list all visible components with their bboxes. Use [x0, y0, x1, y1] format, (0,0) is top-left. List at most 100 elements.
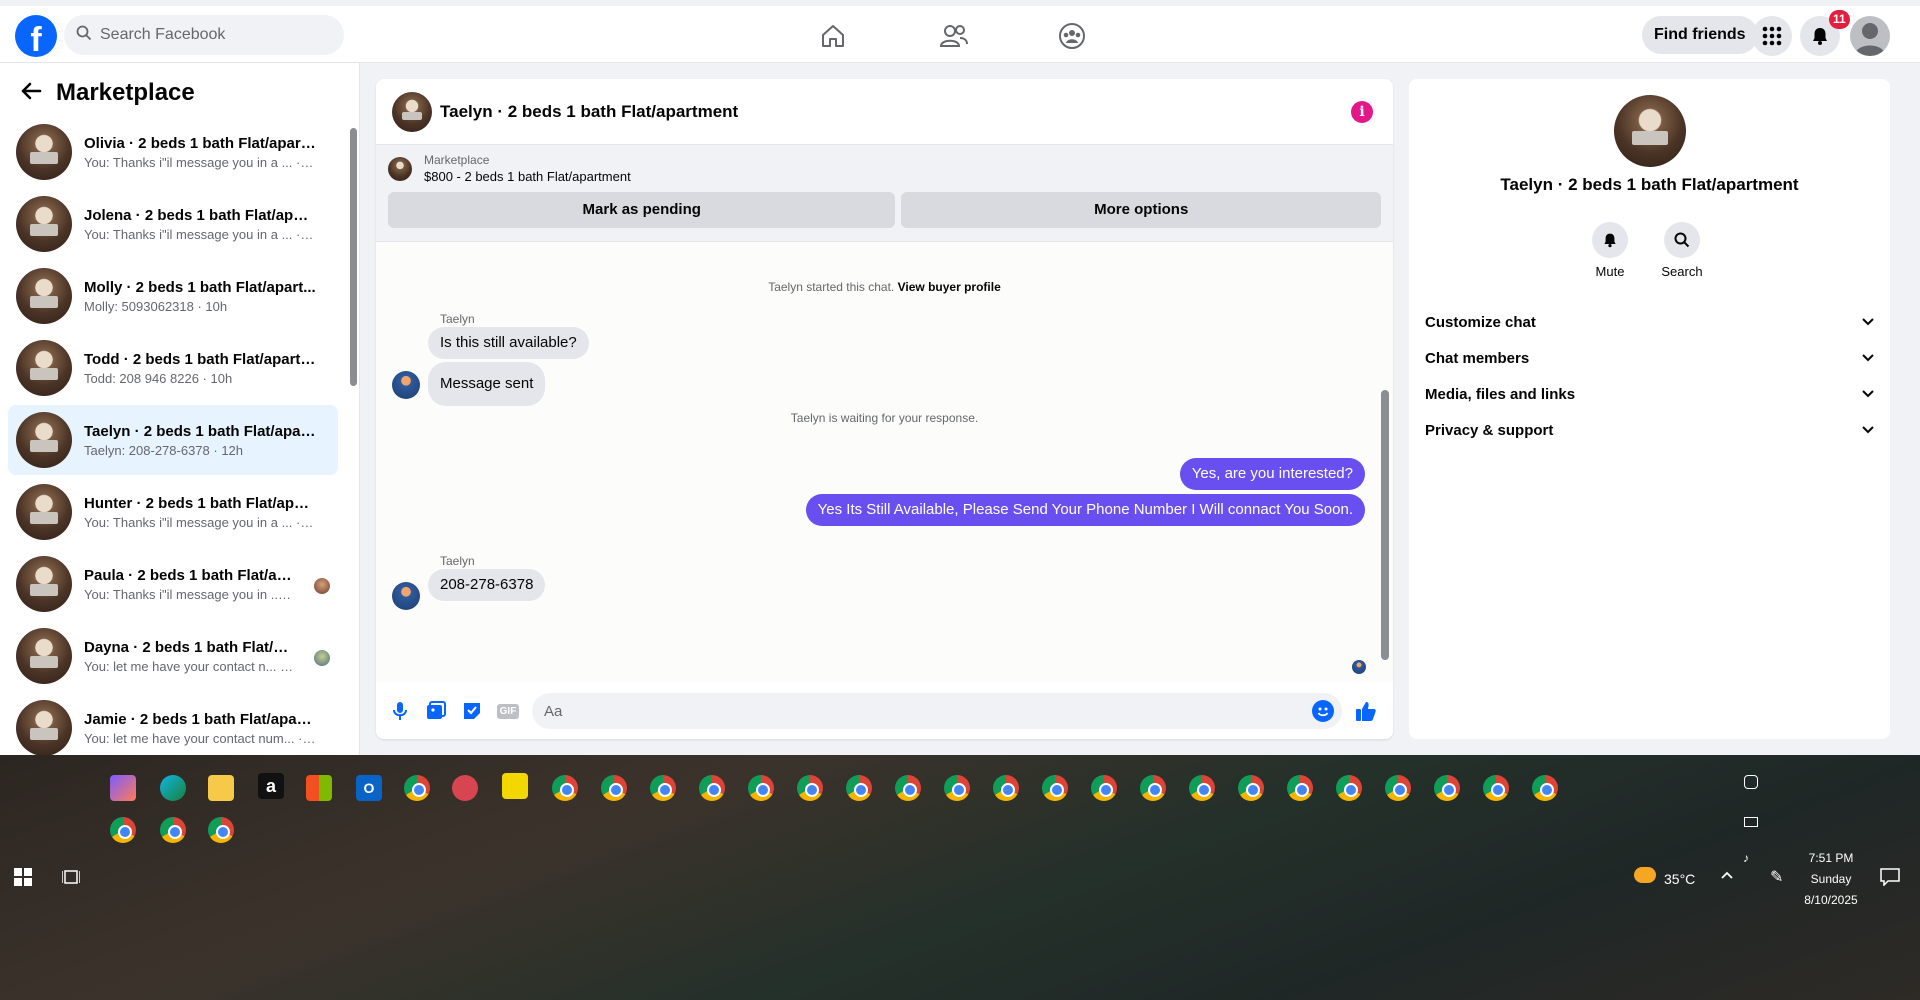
more-options-button[interactable]: More options [901, 192, 1381, 228]
friends-icon[interactable] [937, 20, 971, 52]
chrome-profile-icon[interactable] [1287, 775, 1313, 801]
snipping-app-icon[interactable] [452, 775, 478, 801]
chrome-profile-icon[interactable] [895, 775, 921, 801]
customize-chat-section[interactable]: Customize chat [1425, 304, 1875, 340]
chrome-profile-icon[interactable] [1238, 775, 1264, 801]
edge-icon[interactable] [160, 775, 186, 801]
clock-day[interactable]: Sunday [1796, 872, 1866, 886]
chrome-profile-icon[interactable] [699, 775, 725, 801]
conversation-item[interactable]: Dayna · 2 beds 1 bath Flat/apa... You: le… [8, 621, 338, 691]
windows-start-icon[interactable] [14, 868, 32, 891]
conversation-item[interactable]: Jolena · 2 beds 1 bath Flat/apart... You:… [8, 189, 338, 259]
conversation-item-active[interactable]: Taelyn · 2 beds 1 bath Flat/apart... Tael… [8, 405, 338, 475]
menu-grid-icon[interactable] [1752, 16, 1792, 56]
mark-as-pending-button[interactable]: Mark as pending [388, 192, 896, 228]
groups-icon[interactable] [1055, 20, 1089, 52]
chrome-profile-icon-active[interactable] [1091, 775, 1117, 801]
chrome-profile-icon[interactable] [110, 817, 136, 843]
chrome-profile-icon[interactable] [993, 775, 1019, 801]
chrome-profile-icon[interactable] [650, 775, 676, 801]
chrome-profile-icon[interactable] [846, 775, 872, 801]
chrome-profile-icon[interactable] [1483, 775, 1509, 801]
photo-icon[interactable] [424, 699, 448, 723]
chrome-profile-icon[interactable] [1140, 775, 1166, 801]
search-in-conversation-button[interactable]: Search [1652, 222, 1712, 279]
chrome-icon[interactable] [404, 775, 430, 801]
conversation-preview: Todd: 208 946 8226 · 10h [84, 370, 233, 386]
listing-thumbnail-small[interactable] [388, 156, 412, 181]
sticker-icon[interactable] [460, 699, 484, 723]
chat-scrollbar[interactable] [1381, 390, 1389, 660]
chrome-profile-icon[interactable] [1434, 775, 1460, 801]
clock-time[interactable]: 7:51 PM [1796, 851, 1866, 865]
message-input[interactable] [544, 702, 1244, 720]
chrome-profile-icon[interactable] [1042, 775, 1068, 801]
home-icon[interactable] [816, 20, 850, 52]
mute-button[interactable]: Mute [1580, 222, 1640, 279]
chrome-profile-icon[interactable] [160, 817, 186, 843]
emoji-icon[interactable] [1312, 700, 1334, 722]
view-buyer-profile-link[interactable]: View buyer profile [898, 280, 1001, 294]
search-box[interactable] [64, 15, 344, 55]
listing-source: Marketplace [424, 153, 490, 167]
section-label: Customize chat [1425, 313, 1536, 331]
chrome-profile-icon[interactable] [1532, 775, 1558, 801]
chrome-profile-icon[interactable] [552, 775, 578, 801]
chrome-profile-icon[interactable] [1336, 775, 1362, 801]
display-icon[interactable] [1744, 817, 1758, 827]
microphone-icon[interactable] [388, 699, 412, 723]
copilot-icon[interactable] [110, 775, 136, 801]
amazon-icon[interactable]: a [258, 773, 284, 799]
conversation-item[interactable]: Olivia · 2 beds 1 bath Flat/apart... You:… [8, 117, 338, 187]
volume-icon[interactable]: ♪ [1743, 851, 1749, 865]
account-avatar[interactable] [1850, 16, 1890, 56]
conversation-info-icon[interactable]: i [1351, 101, 1373, 123]
meet-now-icon[interactable] [1744, 775, 1758, 789]
search-input[interactable] [100, 26, 320, 44]
chat-title[interactable]: Taelyn · 2 beds 1 bath Flat/apartment [440, 102, 738, 122]
conversation-item[interactable]: Todd · 2 beds 1 bath Flat/apartm... Todd:… [8, 333, 338, 403]
thumbs-up-icon[interactable] [1354, 699, 1378, 723]
section-label: Privacy & support [1425, 421, 1554, 439]
find-friends-button[interactable]: Find friends [1642, 16, 1758, 54]
chrome-profile-icon[interactable] [748, 775, 774, 801]
chrome-profile-icon[interactable] [601, 775, 627, 801]
conversation-item[interactable]: Molly · 2 beds 1 bath Flat/apart... Molly… [8, 261, 338, 331]
chevron-down-icon [1861, 350, 1875, 367]
weather-icon[interactable] [1634, 867, 1656, 883]
pen-icon[interactable]: ✎ [1770, 867, 1783, 887]
facebook-logo[interactable]: f [15, 15, 57, 57]
listing-price[interactable]: $800 - 2 beds 1 bath Flat/apartment [424, 169, 631, 184]
back-arrow-icon[interactable] [20, 80, 42, 107]
microsoft-store-icon[interactable] [306, 775, 332, 801]
page-scrollbar[interactable] [1902, 63, 1920, 755]
show-hidden-icons-chevron-icon[interactable] [1720, 867, 1734, 885]
info-listing-avatar[interactable] [1614, 95, 1686, 167]
conversation-item[interactable]: Paula · 2 beds 1 bath Flat/apar... You: T… [8, 549, 338, 619]
section-label: Chat members [1425, 349, 1530, 367]
sender-avatar[interactable] [392, 582, 420, 610]
chat-listing-thumbnail[interactable] [392, 91, 432, 132]
chat-members-section[interactable]: Chat members [1425, 340, 1875, 376]
file-explorer-icon[interactable] [208, 775, 234, 801]
chrome-profile-icon[interactable] [1385, 775, 1411, 801]
chrome-profile-icon[interactable] [797, 775, 823, 801]
conversation-item[interactable]: Jamie · 2 beds 1 bath Flat/apart... You: … [8, 693, 338, 755]
outgoing-message: Yes Its Still Available, Please Send You… [805, 494, 1365, 526]
outlook-icon[interactable]: O [356, 775, 382, 801]
media-files-links-section[interactable]: Media, files and links [1425, 376, 1875, 412]
chrome-profile-icon[interactable] [208, 817, 234, 843]
chrome-profile-icon[interactable] [1189, 775, 1215, 801]
notification-center-icon[interactable] [1880, 868, 1900, 891]
gif-icon[interactable]: GIF [496, 699, 520, 723]
sender-avatar[interactable] [392, 371, 420, 399]
sticky-notes-icon[interactable] [502, 773, 528, 799]
clock-date[interactable]: 8/10/2025 [1796, 893, 1866, 907]
conversation-item[interactable]: Hunter · 2 beds 1 bath Flat/apart... You:… [8, 477, 338, 547]
message-input-field[interactable] [532, 693, 1342, 729]
sidebar-scrollbar[interactable] [350, 128, 357, 386]
chrome-profile-icon[interactable] [944, 775, 970, 801]
task-view-icon[interactable] [61, 868, 81, 891]
privacy-support-section[interactable]: Privacy & support [1425, 412, 1875, 448]
temperature[interactable]: 35°C [1664, 871, 1695, 887]
